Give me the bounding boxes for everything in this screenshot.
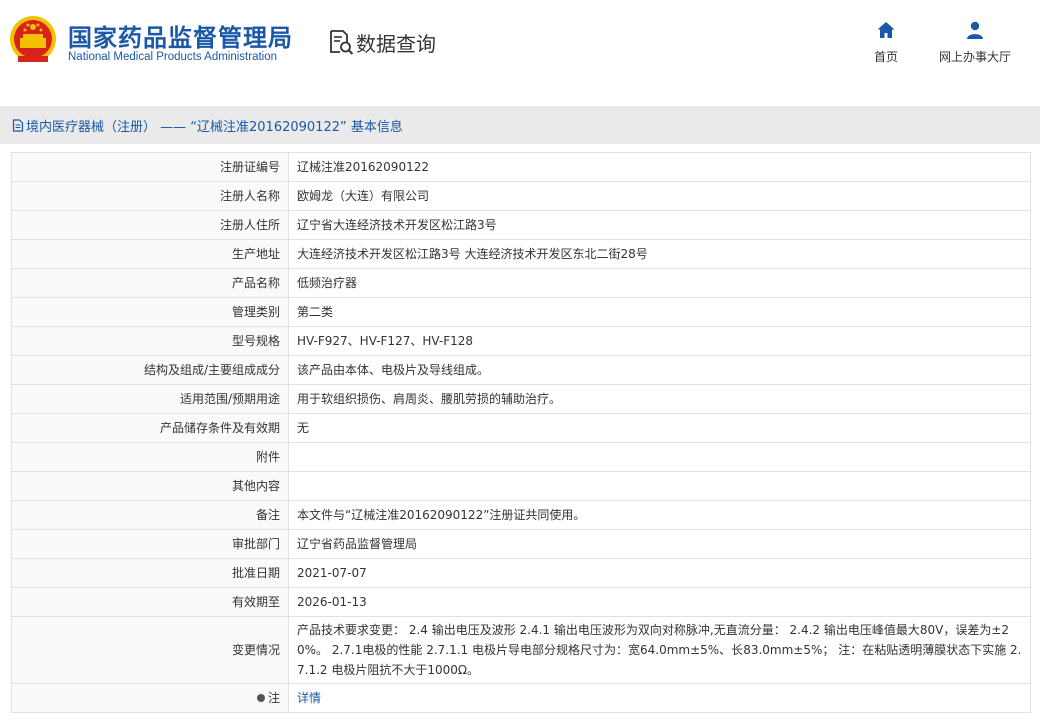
field-value: 欧姆龙（大连）有限公司	[288, 181, 1031, 211]
table-row: 批准日期 2021-07-07	[11, 558, 1031, 588]
field-value: 辽宁省大连经济技术开发区松江路3号	[288, 210, 1031, 240]
table-row: 注册人住所 辽宁省大连经济技术开发区松江路3号	[11, 210, 1031, 240]
data-query-label: 数据查询	[356, 31, 436, 56]
org-name-cn: 国家药品监督管理局	[68, 24, 293, 52]
field-value: 2026-01-13	[288, 587, 1031, 617]
field-label: 注册人住所	[11, 210, 289, 240]
field-value: 辽宁省药品监督管理局	[288, 529, 1031, 559]
field-value: 第二类	[288, 297, 1031, 327]
field-value: 用于软组织损伤、肩周炎、腰肌劳损的辅助治疗。	[288, 384, 1031, 414]
table-row: 生产地址 大连经济技术开发区松江路3号 大连经济技术开发区东北二街28号	[11, 239, 1031, 269]
field-value: 辽械注准20162090122	[288, 152, 1031, 182]
table-row: 有效期至 2026-01-13	[11, 587, 1031, 617]
user-icon	[967, 21, 983, 39]
breadcrumb-text: 境内医疗器械（注册） —— “辽械注准20162090122” 基本信息	[26, 120, 403, 135]
note-value-cell: 详情	[288, 683, 1031, 713]
device-info-table: 注册证编号 辽械注准20162090122 注册人名称 欧姆龙（大连）有限公司 注册人住…	[11, 152, 1031, 713]
table-row: 结构及组成/主要组成成分 该产品由本体、电极片及导线组成。	[11, 355, 1031, 385]
site-header: 国家药品监督管理局 National Medical Products Admi…	[0, 0, 1040, 100]
nav-home-label: 首页	[873, 50, 898, 64]
field-value: 产品技术要求变更： 2.4 输出电压及波形 2.4.1 输出电压波形为双向对称脉…	[288, 616, 1031, 684]
table-row: 附件	[11, 442, 1031, 472]
table-row: 适用范围/预期用途 用于软组织损伤、肩周炎、腰肌劳损的辅助治疗。	[11, 384, 1031, 414]
field-label: 结构及组成/主要组成成分	[11, 355, 289, 385]
table-row: 产品名称 低频治疗器	[11, 268, 1031, 298]
field-label: 有效期至	[11, 587, 289, 617]
note-label-cell: 注	[11, 683, 289, 713]
document-search-icon	[330, 30, 354, 55]
field-label: 产品储存条件及有效期	[11, 413, 289, 443]
note-label: 注	[267, 691, 280, 705]
table-row: 管理类别 第二类	[11, 297, 1031, 327]
field-value: 无	[288, 413, 1031, 443]
field-label: 管理类别	[11, 297, 289, 327]
field-label: 备注	[11, 500, 289, 530]
nav-online-hall[interactable]: 网上办事大厅	[932, 20, 1018, 65]
nav-online-hall-label: 网上办事大厅	[938, 50, 1011, 64]
table-row-note: 注 详情	[11, 683, 1031, 713]
field-label: 变更情况	[11, 616, 289, 684]
table-row: 型号规格 HV-F927、HV-F127、HV-F128	[11, 326, 1031, 356]
field-value: HV-F927、HV-F127、HV-F128	[288, 326, 1031, 356]
field-value	[288, 471, 1031, 501]
table-row: 变更情况 产品技术要求变更： 2.4 输出电压及波形 2.4.1 输出电压波形为双…	[11, 616, 1031, 684]
field-label: 生产地址	[11, 239, 289, 269]
table-row: 备注 本文件与“辽械注准20162090122”注册证共同使用。	[11, 500, 1031, 530]
field-label: 审批部门	[11, 529, 289, 559]
org-name-en: National Medical Products Administration	[68, 51, 278, 63]
national-emblem-icon	[10, 16, 56, 62]
field-label: 其他内容	[11, 471, 289, 501]
table-row: 注册人名称 欧姆龙（大连）有限公司	[11, 181, 1031, 211]
field-value: 2021-07-07	[288, 558, 1031, 588]
field-value	[288, 442, 1031, 472]
field-label: 附件	[11, 442, 289, 472]
home-icon	[877, 22, 895, 38]
field-value: 低频治疗器	[288, 268, 1031, 298]
table-row: 审批部门 辽宁省药品监督管理局	[11, 529, 1031, 559]
field-label: 型号规格	[11, 326, 289, 356]
breadcrumb: 境内医疗器械（注册） —— “辽械注准20162090122” 基本信息	[12, 116, 403, 135]
field-label: 产品名称	[11, 268, 289, 298]
table-row: 其他内容	[11, 471, 1031, 501]
data-query-link[interactable]: 数据查询	[328, 28, 436, 56]
field-label: 批准日期	[11, 558, 289, 588]
nav-home[interactable]: 首页	[866, 20, 906, 65]
bulb-icon	[256, 693, 265, 702]
field-label: 适用范围/预期用途	[11, 384, 289, 414]
table-row: 产品储存条件及有效期无	[11, 413, 1031, 443]
field-value: 本文件与“辽械注准20162090122”注册证共同使用。	[288, 500, 1031, 530]
field-value: 大连经济技术开发区松江路3号 大连经济技术开发区东北二街28号	[288, 239, 1031, 269]
document-icon	[12, 119, 24, 132]
field-value: 该产品由本体、电极片及导线组成。	[288, 355, 1031, 385]
table-row: 注册证编号 辽械注准20162090122	[11, 152, 1031, 182]
detail-link[interactable]: 详情	[297, 691, 321, 705]
breadcrumb-bar: 境内医疗器械（注册） —— “辽械注准20162090122” 基本信息	[0, 106, 1040, 144]
field-label: 注册证编号	[11, 152, 289, 182]
field-label: 注册人名称	[11, 181, 289, 211]
